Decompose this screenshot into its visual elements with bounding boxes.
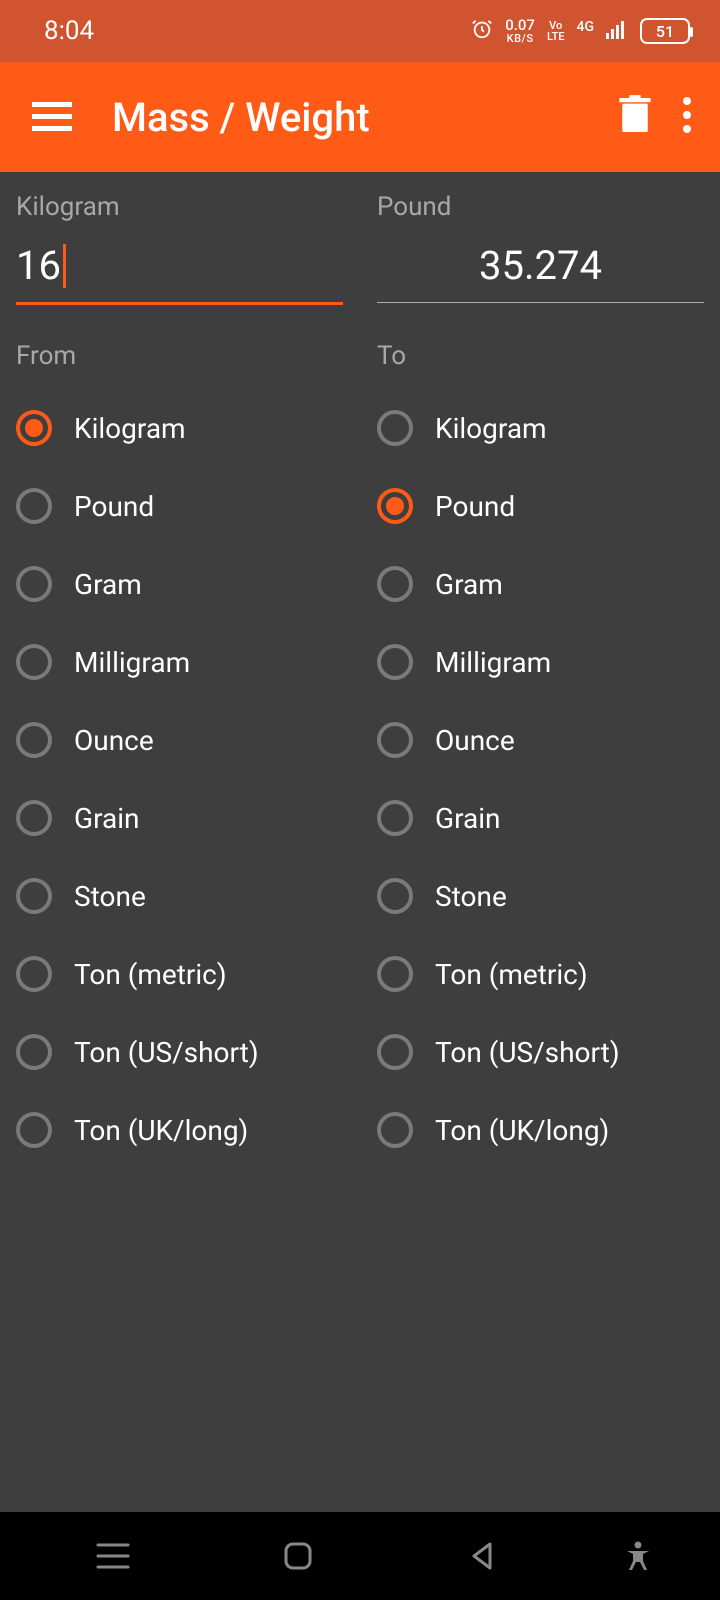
- radio-icon: [377, 878, 413, 914]
- radio-icon: [16, 956, 52, 992]
- radio-label: Ounce: [435, 724, 515, 757]
- to-radio-stone[interactable]: Stone: [377, 857, 704, 935]
- to-radio-kilogram[interactable]: Kilogram: [377, 389, 704, 467]
- from-radio-stone[interactable]: Stone: [16, 857, 343, 935]
- radio-label: Ton (UK/long): [435, 1114, 609, 1147]
- radio-icon: [377, 722, 413, 758]
- from-unit-label: Kilogram: [16, 192, 343, 222]
- status-right: 0.07 KB/S Vo LTE 4G 51: [471, 18, 690, 45]
- battery-indicator: 51: [640, 18, 690, 44]
- menu-button[interactable]: [22, 102, 82, 132]
- radio-icon: [377, 956, 413, 992]
- radio-icon: [16, 488, 52, 524]
- to-value-output: 35.274: [377, 230, 704, 303]
- radio-icon: [377, 800, 413, 836]
- to-unit-label: Pound: [377, 192, 704, 222]
- radio-label: Pound: [435, 490, 515, 523]
- radio-label: Stone: [435, 880, 507, 913]
- signal-icon: [606, 19, 628, 44]
- status-network-type: 4G: [577, 19, 595, 35]
- radio-label: Ounce: [74, 724, 154, 757]
- radio-icon: [16, 1034, 52, 1070]
- from-radio-gram[interactable]: Gram: [16, 545, 343, 623]
- nav-recent-button[interactable]: [53, 1543, 173, 1569]
- radio-icon: [16, 566, 52, 602]
- radio-label: Grain: [74, 802, 140, 835]
- nav-back-button[interactable]: [423, 1541, 543, 1571]
- from-radio-grain[interactable]: Grain: [16, 779, 343, 857]
- from-radio-ton-metric-[interactable]: Ton (metric): [16, 935, 343, 1013]
- radio-icon: [377, 566, 413, 602]
- system-nav-bar: [0, 1512, 720, 1600]
- to-unit-list: Kilogram Pound Gram Milligram Ounce Grain Ston…: [377, 389, 704, 1169]
- status-time: 8:04: [44, 16, 94, 46]
- radio-label: Ton (US/short): [74, 1036, 259, 1069]
- to-radio-milligram[interactable]: Milligram: [377, 623, 704, 701]
- radio-label: Stone: [74, 880, 146, 913]
- content-area: Kilogram 16 Pound 35.274 From To Kilogra…: [0, 172, 720, 1512]
- radio-icon: [16, 878, 52, 914]
- text-cursor: [63, 244, 66, 288]
- radio-icon: [16, 1112, 52, 1148]
- from-radio-ton-uk-long-[interactable]: Ton (UK/long): [16, 1091, 343, 1169]
- from-radio-ton-us-short-[interactable]: Ton (US/short): [16, 1013, 343, 1091]
- radio-icon: [16, 644, 52, 680]
- radio-icon: [377, 1112, 413, 1148]
- radio-label: Milligram: [435, 646, 551, 679]
- to-section-label: To: [377, 341, 704, 371]
- to-radio-pound[interactable]: Pound: [377, 467, 704, 545]
- radio-icon: [377, 488, 413, 524]
- to-value-text: 35.274: [479, 242, 602, 289]
- radio-icon: [16, 722, 52, 758]
- status-bar: 8:04 0.07 KB/S Vo LTE 4G 51: [0, 0, 720, 62]
- radio-icon: [377, 644, 413, 680]
- radio-label: Gram: [74, 568, 142, 601]
- to-radio-grain[interactable]: Grain: [377, 779, 704, 857]
- alarm-icon: [471, 18, 493, 45]
- nav-home-button[interactable]: [238, 1541, 358, 1571]
- page-title: Mass / Weight: [112, 94, 618, 141]
- radio-label: Milligram: [74, 646, 190, 679]
- status-volte: Vo LTE: [547, 20, 565, 42]
- radio-icon: [377, 1034, 413, 1070]
- from-radio-kilogram[interactable]: Kilogram: [16, 389, 343, 467]
- from-radio-ounce[interactable]: Ounce: [16, 701, 343, 779]
- to-radio-ounce[interactable]: Ounce: [377, 701, 704, 779]
- to-radio-ton-metric-[interactable]: Ton (metric): [377, 935, 704, 1013]
- radio-label: Ton (metric): [74, 958, 227, 991]
- radio-label: Kilogram: [74, 412, 186, 445]
- from-section-label: From: [16, 341, 343, 371]
- accessibility-button[interactable]: [608, 1541, 668, 1571]
- from-value-input[interactable]: 16: [16, 230, 343, 305]
- from-radio-pound[interactable]: Pound: [16, 467, 343, 545]
- radio-icon: [377, 410, 413, 446]
- app-bar: Mass / Weight: [0, 62, 720, 172]
- to-radio-gram[interactable]: Gram: [377, 545, 704, 623]
- radio-icon: [16, 410, 52, 446]
- from-unit-list: Kilogram Pound Gram Milligram Ounce Grain Ston…: [16, 389, 343, 1169]
- radio-label: Kilogram: [435, 412, 547, 445]
- from-value-text: 16: [16, 230, 61, 302]
- radio-label: Grain: [435, 802, 501, 835]
- status-speed: 0.07 KB/S: [505, 18, 535, 44]
- overflow-menu-button[interactable]: [682, 95, 692, 139]
- radio-icon: [16, 800, 52, 836]
- delete-button[interactable]: [618, 95, 652, 139]
- radio-label: Ton (US/short): [435, 1036, 620, 1069]
- to-radio-ton-uk-long-[interactable]: Ton (UK/long): [377, 1091, 704, 1169]
- to-radio-ton-us-short-[interactable]: Ton (US/short): [377, 1013, 704, 1091]
- radio-label: Ton (UK/long): [74, 1114, 248, 1147]
- radio-label: Pound: [74, 490, 154, 523]
- radio-label: Ton (metric): [435, 958, 588, 991]
- radio-label: Gram: [435, 568, 503, 601]
- from-radio-milligram[interactable]: Milligram: [16, 623, 343, 701]
